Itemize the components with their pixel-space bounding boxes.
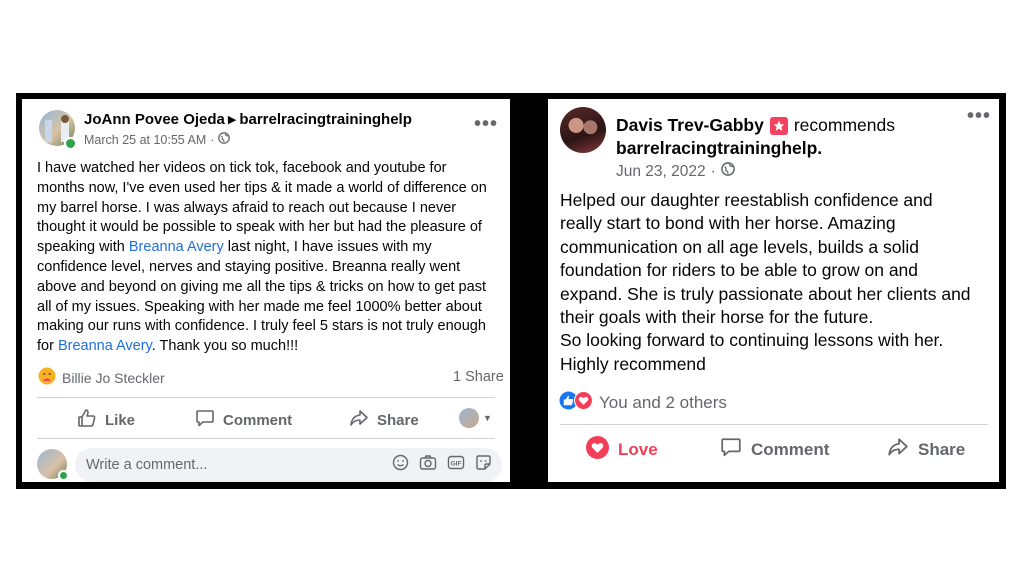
post-text-line: communication on all age levels, builds … [560,236,919,257]
comment-icon [195,408,215,432]
post-text-line: Helped our daughter reestablish confiden… [560,190,933,210]
comment-input[interactable]: Write a comment... GIF [75,448,502,482]
more-options-icon[interactable]: ••• [474,114,498,134]
post-text-line: really start to bond with her horse. Ama… [560,213,896,234]
online-status-dot [58,470,69,481]
sticker-icon[interactable] [475,454,492,476]
post-text-line: So looking forward to continuing lessons… [560,330,944,351]
reactions-text: You and 2 others [599,393,727,412]
post-body: I have watched her videos on tick tok, f… [37,159,497,357]
share-count[interactable]: 1 Share [453,369,504,385]
love-label: Love [618,440,658,459]
love-button[interactable]: Love [586,436,658,464]
mention-link[interactable]: Breanna Avery [129,239,224,255]
author-name[interactable]: Davis Trev-Gabby [616,115,764,136]
comment-tools: GIF [392,454,492,476]
share-label: Share [918,439,966,459]
globe-icon [720,162,735,181]
comment-icon [720,436,742,463]
share-button[interactable]: Share [349,408,419,432]
post-body: Helped our daughter reestablish confiden… [560,189,992,376]
share-icon [349,408,369,432]
page-name[interactable]: barrelracingtraininghelp. [616,138,822,159]
meta-separator: · [710,162,716,180]
post-text-part-2: last night, I have issues with my confid… [37,239,486,355]
post-meta: March 25 at 10:55 AM · [84,132,231,147]
meta-separator: · [210,132,215,147]
comment-label: Comment [751,439,830,459]
camera-icon[interactable] [419,454,437,476]
reactor-name: Billie Jo Steckler [62,369,165,386]
heart-icon [586,436,609,464]
like-button[interactable]: Like [77,408,135,432]
globe-icon [218,132,231,147]
arrow-right-icon: ▶ [227,114,237,126]
thumbs-up-icon [77,408,97,432]
svg-text:GIF: GIF [451,460,462,467]
comment-button[interactable]: Comment [195,408,292,432]
author-name[interactable]: JoAnn Povee Ojeda [84,111,225,128]
post-meta: Jun 23, 2022 · [616,162,735,181]
like-label: Like [105,411,136,429]
comment-label: Comment [223,411,293,429]
author-avatar[interactable] [560,107,606,153]
post-text-line: expand. She is truly passionate about he… [560,283,971,304]
page-name[interactable]: barrelracingtraininghelp [239,111,412,128]
share-label: Share [377,411,419,429]
right-post-card: Davis Trev-Gabby recommends barrelracing… [548,99,999,482]
post-header-names: Davis Trev-Gabby recommends [616,115,895,136]
post-timestamp[interactable]: March 25 at 10:55 AM [84,133,206,147]
gif-icon[interactable]: GIF [447,454,465,476]
share-button[interactable]: Share [887,436,965,463]
love-reaction-icon [574,391,593,415]
reaction-summary[interactable]: You and 2 others [559,391,727,415]
left-post-card: JoAnn Povee Ojeda ▶ barrelracingtraininghe… [22,99,510,482]
recommends-label: recommends [793,115,896,135]
care-reaction-icon [38,367,56,388]
divider [37,397,495,398]
more-options-icon[interactable]: ••• [967,106,991,126]
emoji-icon[interactable] [392,454,409,476]
comment-placeholder: Write a comment... [86,457,208,473]
post-text-line: Highly recommend [560,353,706,374]
post-date[interactable]: Jun 23, 2022 [616,163,706,181]
star-recommendation-icon [769,116,788,135]
reaction-audience-selector[interactable]: ▼ [459,408,492,428]
post-text-line: their goals with their horse for the fut… [560,307,874,328]
mention-link[interactable]: Breanna Avery [58,338,152,354]
comment-button[interactable]: Comment [720,436,829,463]
divider [37,438,495,439]
share-icon [887,436,909,463]
divider [560,424,988,425]
chevron-down-icon: ▼ [483,413,492,423]
online-status-dot [64,137,77,150]
profile-avatar [459,408,479,428]
post-text-line: foundation for riders to be able to grow… [560,260,919,281]
post-header-names: JoAnn Povee Ojeda ▶ barrelracingtraininghe… [84,111,412,128]
reaction-summary[interactable]: Billie Jo Steckler [38,367,165,388]
post-text-part-3: . Thank you so much!!! [151,338,299,355]
